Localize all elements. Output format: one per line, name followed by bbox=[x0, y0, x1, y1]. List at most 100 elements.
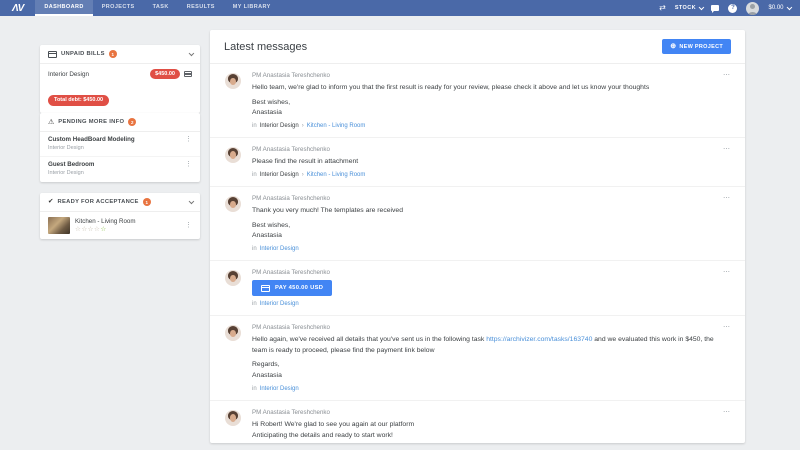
task-url-link[interactable]: https://archivizer.com/tasks/163740 bbox=[486, 336, 592, 343]
pending-item[interactable]: Guest Bedroom Interior Design ⋮ bbox=[40, 156, 200, 181]
message-sender: PM Anastasia Tereshchenko bbox=[252, 408, 330, 416]
pending-more-info-card: ⚠ PENDING MORE INFO 2 Custom HeadBoard M… bbox=[40, 113, 200, 182]
credit-card-icon bbox=[261, 284, 270, 292]
swap-icon[interactable]: ⇄ bbox=[659, 4, 666, 12]
warning-icon: ⚠ bbox=[48, 118, 55, 126]
breadcrumb: in Interior Design › Kitchen - Living Ro… bbox=[252, 123, 715, 129]
breadcrumb-project[interactable]: Interior Design bbox=[260, 172, 299, 178]
message-item: ⋯ PM Anastasia Tereshchenko Hello team, … bbox=[210, 64, 745, 138]
star-icon[interactable]: ☆ bbox=[100, 226, 106, 233]
breadcrumb: in Interior Design › Kitchen - Living Ro… bbox=[252, 172, 715, 178]
sender-avatar[interactable] bbox=[225, 73, 241, 89]
render-thumbnail[interactable] bbox=[48, 217, 70, 235]
message-options-icon[interactable]: ⋯ bbox=[723, 195, 731, 202]
ready-for-acceptance-badge: 1 bbox=[142, 198, 151, 206]
message-sender: PM Anastasia Tereshchenko bbox=[252, 145, 330, 153]
breadcrumb-separator-icon: › bbox=[301, 122, 304, 129]
check-icon: ✔ bbox=[48, 197, 54, 205]
page-title: Latest messages bbox=[224, 40, 308, 53]
stock-selector[interactable]: STOCK bbox=[675, 4, 704, 11]
more-options-icon[interactable]: ⋮ bbox=[185, 136, 192, 143]
credit-card-icon bbox=[48, 50, 57, 58]
topbar-right: ⇄ STOCK ? $0.00 bbox=[659, 0, 800, 16]
app-root: ΛV DASHBOARD PROJECTS TASK RESULTS MY LI… bbox=[0, 0, 800, 450]
breadcrumb-in-label: in bbox=[252, 385, 257, 392]
message-item: ⋯ PM Anastasia Tereshchenko Please find … bbox=[210, 138, 745, 188]
plus-circle-icon: ⊕ bbox=[670, 43, 677, 50]
acceptance-item[interactable]: Kitchen - Living Room ☆☆☆☆☆ ⋮ bbox=[40, 212, 200, 239]
balance-menu[interactable]: $0.00 bbox=[768, 4, 792, 11]
chevron-down-icon bbox=[786, 4, 792, 10]
message-signoff: Best wishes, bbox=[252, 221, 291, 229]
message-options-icon[interactable]: ⋯ bbox=[723, 409, 731, 416]
breadcrumb-project-link[interactable]: Interior Design bbox=[260, 386, 299, 392]
more-options-icon[interactable]: ⋮ bbox=[185, 161, 192, 168]
breadcrumb: in Interior Design bbox=[252, 301, 715, 307]
more-options-icon[interactable]: ⋮ bbox=[185, 222, 192, 229]
sender-avatar[interactable] bbox=[225, 146, 241, 163]
pay-button[interactable]: PAY 450.00 USD bbox=[252, 280, 333, 297]
message-options-icon[interactable]: ⋯ bbox=[723, 269, 731, 276]
nav-results[interactable]: RESULTS bbox=[178, 0, 224, 16]
breadcrumb-in-label: in bbox=[252, 301, 257, 308]
message-signoff: Regards, bbox=[252, 361, 280, 369]
message-options-icon[interactable]: ⋯ bbox=[723, 146, 731, 153]
message-item: ⋯ PM Anastasia Tereshchenko Hello again,… bbox=[210, 316, 745, 401]
pending-more-info-header[interactable]: ⚠ PENDING MORE INFO 2 bbox=[40, 113, 200, 132]
breadcrumb-project-link[interactable]: Interior Design bbox=[260, 301, 299, 307]
pay-button-label: PAY 450.00 USD bbox=[275, 285, 324, 292]
bill-row: Interior Design $450.00 bbox=[40, 64, 200, 84]
nav-projects[interactable]: PROJECTS bbox=[93, 0, 144, 16]
total-debt-row: Total debt: $450.00 bbox=[40, 84, 200, 113]
chevron-down-icon[interactable] bbox=[188, 50, 194, 56]
pending-item-name: Guest Bedroom bbox=[48, 161, 95, 169]
sender-avatar[interactable] bbox=[225, 270, 241, 287]
pending-item[interactable]: Custom HeadBoard Modeling Interior Desig… bbox=[40, 132, 200, 156]
rating-stars[interactable]: ☆☆☆☆☆ bbox=[75, 226, 136, 234]
pay-card-icon[interactable] bbox=[184, 71, 192, 77]
ready-for-acceptance-header[interactable]: ✔ READY FOR ACCEPTANCE 1 bbox=[40, 193, 200, 212]
breadcrumb-task-link[interactable]: Kitchen - Living Room bbox=[307, 123, 366, 129]
sender-avatar[interactable] bbox=[225, 196, 241, 213]
message-signoff-name: Anastasia bbox=[252, 108, 282, 116]
breadcrumb-separator-icon: › bbox=[301, 172, 304, 179]
breadcrumb-in-label: in bbox=[252, 246, 257, 253]
messages-header: Latest messages ⊕ NEW PROJECT bbox=[210, 30, 745, 64]
sender-avatar[interactable] bbox=[225, 409, 241, 426]
breadcrumb: in Interior Design bbox=[252, 246, 715, 252]
message-item: ⋯ PM Anastasia Tereshchenko Thank you ve… bbox=[210, 187, 745, 262]
message-options-icon[interactable]: ⋯ bbox=[723, 324, 731, 331]
ready-for-acceptance-title: READY FOR ACCEPTANCE bbox=[57, 199, 139, 205]
message-options-icon[interactable]: ⋯ bbox=[723, 72, 731, 79]
chat-icon[interactable] bbox=[711, 5, 720, 13]
main-nav: DASHBOARD PROJECTS TASK RESULTS MY LIBRA… bbox=[35, 0, 279, 16]
message-sender: PM Anastasia Tereshchenko bbox=[252, 269, 330, 277]
pending-more-info-badge: 2 bbox=[128, 118, 137, 126]
message-sender: PM Anastasia Tereshchenko bbox=[252, 195, 330, 203]
topbar: ΛV DASHBOARD PROJECTS TASK RESULTS MY LI… bbox=[0, 0, 800, 16]
message-sender: PM Anastasia Tereshchenko bbox=[252, 72, 330, 79]
pending-item-project: Interior Design bbox=[48, 144, 84, 151]
nav-dashboard[interactable]: DASHBOARD bbox=[35, 0, 93, 16]
breadcrumb-task-link[interactable]: Kitchen - Living Room bbox=[307, 172, 366, 178]
breadcrumb-project[interactable]: Interior Design bbox=[260, 123, 299, 129]
sender-avatar[interactable] bbox=[225, 325, 241, 342]
user-avatar[interactable] bbox=[746, 1, 760, 15]
new-project-button[interactable]: ⊕ NEW PROJECT bbox=[662, 39, 731, 54]
message-signoff: Best wishes, bbox=[252, 98, 291, 106]
unpaid-bills-header[interactable]: UNPAID BILLS 1 bbox=[40, 45, 200, 64]
help-icon[interactable]: ? bbox=[728, 3, 738, 13]
ready-for-acceptance-card: ✔ READY FOR ACCEPTANCE 1 Kitchen - Livin… bbox=[40, 193, 200, 240]
pending-item-name: Custom HeadBoard Modeling bbox=[48, 136, 135, 143]
chevron-down-icon[interactable] bbox=[188, 198, 194, 204]
latest-messages-panel: Latest messages ⊕ NEW PROJECT ⋯ PM Anast… bbox=[210, 30, 745, 443]
star-icons[interactable]: ☆☆☆☆ bbox=[75, 226, 100, 233]
message-item: ⋯ PM Anastasia Tereshchenko PAY 450.00 U… bbox=[210, 261, 745, 317]
bill-project-name: Interior Design bbox=[48, 70, 89, 78]
bill-amount-badge: $450.00 bbox=[150, 69, 180, 79]
acceptance-item-name: Kitchen - Living Room bbox=[75, 218, 136, 225]
nav-my-library[interactable]: MY LIBRARY bbox=[224, 0, 280, 16]
breadcrumb-project-link[interactable]: Interior Design bbox=[260, 246, 299, 252]
nav-task[interactable]: TASK bbox=[144, 0, 178, 16]
message-body: Hello again, we've received all details … bbox=[252, 335, 715, 356]
